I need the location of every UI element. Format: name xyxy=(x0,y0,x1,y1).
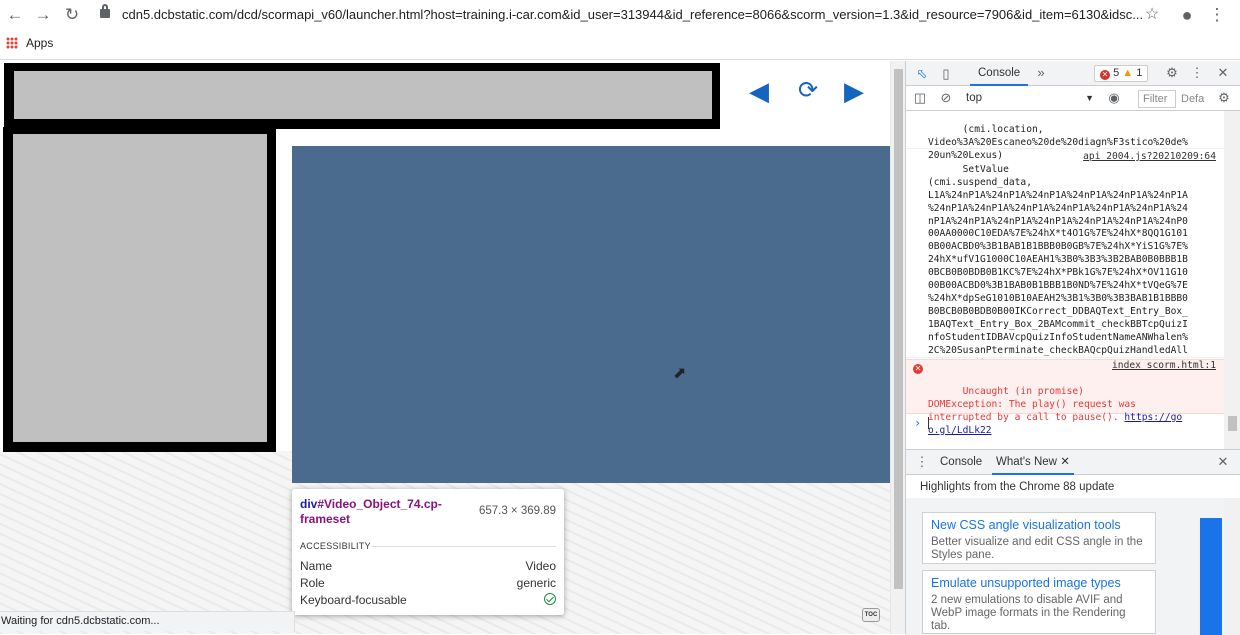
close-drawer-icon[interactable]: ✕ xyxy=(1215,454,1231,470)
console-input[interactable] xyxy=(928,417,929,429)
error-icon: ✕ xyxy=(913,364,923,374)
eye-icon[interactable]: ◉ xyxy=(1106,90,1122,106)
tooltip-selector-id: #Video_Object_74.cp-frameset xyxy=(300,497,442,526)
feature-card[interactable]: New CSS angle visualization tools Better… xyxy=(922,512,1156,564)
lock-icon xyxy=(100,4,110,18)
page-viewport: ◀ ⟳ ▶ ⬈ div#Video_Object_74.cp-frameset … xyxy=(0,61,905,634)
tooltip-dimensions: 657.3 × 369.89 xyxy=(478,505,556,517)
prev-arrow-icon[interactable]: ◀ xyxy=(744,78,774,104)
console-settings-icon[interactable]: ⚙ xyxy=(1216,90,1232,106)
drawer-scrollbar[interactable] xyxy=(1224,498,1240,635)
apps-label: Apps xyxy=(26,36,54,50)
page-scrollbar[interactable] xyxy=(890,61,905,634)
scrollbar-thumb[interactable] xyxy=(1228,416,1237,431)
star-icon[interactable]: ☆ xyxy=(1141,4,1163,26)
card-description: Better visualize and edit CSS angle in t… xyxy=(931,536,1143,561)
header-placeholder xyxy=(14,71,712,119)
log-levels-select[interactable]: Defa xyxy=(1179,90,1215,108)
devtools-tabbar: ⬁ ▯ Console » ✕ 5 ▲ 1 ⚙ ⋮ ✕ xyxy=(906,61,1240,86)
tooltip-selector-tag: div xyxy=(300,497,318,511)
header-frame xyxy=(4,63,720,129)
address-bar[interactable]: cdn5.dcbstatic.com/dcd/scormapi_v60/laun… xyxy=(122,4,1143,26)
context-select[interactable]: top ▼ xyxy=(966,90,1094,107)
tab-console[interactable]: Console xyxy=(970,61,1029,86)
side-frame xyxy=(3,127,276,452)
card-title[interactable]: New CSS angle visualization tools xyxy=(931,518,1147,533)
promo-image xyxy=(1200,518,1222,635)
row-label: Role xyxy=(300,576,325,590)
next-arrow-icon[interactable]: ▶ xyxy=(839,78,869,104)
bookmark-apps[interactable]: Apps xyxy=(6,36,53,50)
row-value: generic xyxy=(516,576,556,590)
card-description: 2 new emulations to disable AVIF and Web… xyxy=(931,594,1126,632)
status-bar: Waiting for cdn5.dcbstatic.com... xyxy=(0,611,295,631)
close-tab-icon[interactable]: ✕ xyxy=(1060,456,1070,468)
message-text: Uncaught (in promise) DOMException: The … xyxy=(928,385,1136,423)
inspect-element-icon[interactable]: ⬁ xyxy=(914,66,930,82)
tooltip-row-role: Role generic xyxy=(300,576,556,592)
check-circle-icon xyxy=(544,593,556,608)
clear-console-icon[interactable]: ⊘ xyxy=(938,90,954,106)
close-devtools-icon[interactable]: ✕ xyxy=(1215,65,1231,81)
error-icon: ✕ xyxy=(1100,70,1110,80)
card-title[interactable]: Emulate unsupported image types xyxy=(931,576,1147,591)
tab-label: What's New xyxy=(996,456,1057,468)
filter-input[interactable]: Filter xyxy=(1138,90,1176,108)
drawer-tab-console[interactable]: Console xyxy=(940,450,982,475)
console-message: SetValue (cmi.suspend_data, L1A%24nP1A%2… xyxy=(906,151,1226,369)
devtools-panel: ⬁ ▯ Console » ✕ 5 ▲ 1 ⚙ ⋮ ✕ ◫ ⊘ top ▼ ◉ … xyxy=(905,61,1240,635)
side-placeholder xyxy=(13,134,267,442)
drawer-tab-whatsnew[interactable]: What's New ✕ xyxy=(992,450,1074,475)
whatsnew-content: New CSS angle visualization tools Better… xyxy=(906,498,1240,635)
kebab-menu-icon[interactable]: ⋮ xyxy=(1189,65,1205,81)
browser-toolbar: ← → ↻ cdn5.dcbstatic.com/dcd/scormapi_v6… xyxy=(0,0,1240,60)
inspect-tooltip: div#Video_Object_74.cp-frameset 657.3 × … xyxy=(292,489,564,615)
source-link[interactable]: index scorm.html:1 xyxy=(1112,360,1216,373)
replay-icon[interactable]: ⟳ xyxy=(793,79,823,103)
mouse-cursor-icon: ⬈ xyxy=(673,365,687,382)
row-label: Keyboard-focusable xyxy=(300,593,407,607)
row-value: Video xyxy=(525,559,556,573)
console-error: ✕ Uncaught (in promise) DOMException: Th… xyxy=(906,359,1226,436)
scrollbar-thumb[interactable] xyxy=(894,69,903,589)
console-prompt-icon: › xyxy=(914,416,922,430)
drawer-menu-icon[interactable]: ⋮ xyxy=(914,454,930,470)
issues-badge[interactable]: ✕ 5 ▲ 1 xyxy=(1094,65,1149,82)
console-message: (cmi.location, Video%3A%20Escaneo%20de%2… xyxy=(906,111,1226,161)
message-text: SetValue (cmi.suspend_data, L1A%24nP1A%2… xyxy=(928,163,1188,369)
source-link[interactable]: api 2004.js?20210209:64 xyxy=(1083,151,1216,164)
row-label: Name xyxy=(300,559,333,573)
tooltip-row-focusable: Keyboard-focusable xyxy=(300,593,556,609)
console-toolbar: ◫ ⊘ top ▼ ◉ Filter Defa ⚙ xyxy=(906,86,1240,111)
console-output: (cmi.location, Video%3A%20Escaneo%20de%2… xyxy=(906,111,1226,451)
video-frame[interactable] xyxy=(292,146,890,483)
dropdown-arrow-icon: ▼ xyxy=(1085,93,1094,103)
console-scrollbar[interactable] xyxy=(1224,111,1240,449)
profile-icon[interactable]: ● xyxy=(1176,4,1198,26)
divider xyxy=(372,546,556,547)
drawer-tabbar: ⋮ Console What's New ✕ ✕ xyxy=(906,450,1240,475)
tooltip-section-title: ACCESSIBILITY xyxy=(300,541,371,551)
settings-icon[interactable]: ⚙ xyxy=(1164,65,1180,81)
apps-grid-icon xyxy=(6,37,18,49)
toc-button[interactable]: TOC xyxy=(862,608,880,622)
warning-count: 1 xyxy=(1136,67,1143,79)
device-toolbar-icon[interactable]: ▯ xyxy=(938,66,954,82)
whatsnew-heading: Highlights from the Chrome 88 update xyxy=(920,481,1115,493)
back-icon[interactable]: ← xyxy=(4,4,26,26)
reload-icon[interactable]: ↻ xyxy=(61,4,83,26)
tooltip-selector: div#Video_Object_74.cp-frameset xyxy=(300,497,478,527)
context-value: top xyxy=(966,92,982,104)
error-count: 5 xyxy=(1113,67,1120,79)
more-tabs-icon[interactable]: » xyxy=(1033,65,1049,81)
tooltip-row-name: Name Video xyxy=(300,559,556,575)
forward-icon[interactable]: → xyxy=(32,4,54,26)
menu-icon[interactable]: ⋮ xyxy=(1206,4,1228,26)
devtools-drawer: ⋮ Console What's New ✕ ✕ Highlights from… xyxy=(906,449,1240,635)
warning-icon: ▲ xyxy=(1122,67,1134,79)
sidebar-toggle-icon[interactable]: ◫ xyxy=(912,90,928,106)
feature-card[interactable]: Emulate unsupported image types 2 new em… xyxy=(922,570,1156,634)
